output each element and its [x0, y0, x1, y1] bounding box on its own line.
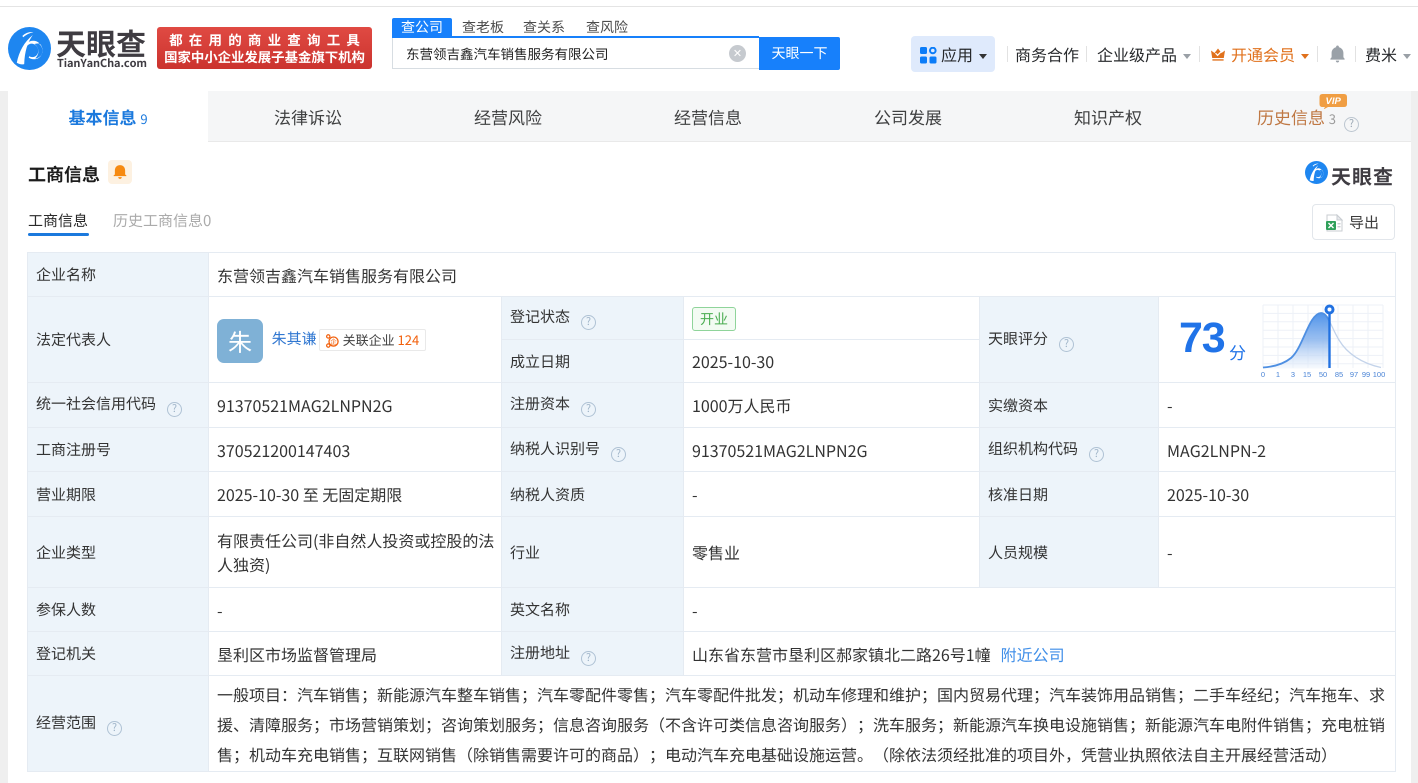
- svg-text:0: 0: [1261, 370, 1265, 379]
- svg-text:100: 100: [1373, 370, 1386, 379]
- svg-text:15: 15: [1303, 370, 1311, 379]
- svg-text:99: 99: [1362, 370, 1370, 379]
- svg-text:VIP: VIP: [1326, 96, 1342, 107]
- svg-text:50: 50: [1319, 370, 1327, 379]
- svg-text:97: 97: [1350, 370, 1358, 379]
- svg-text:3: 3: [1291, 370, 1295, 379]
- svg-text:85: 85: [1335, 370, 1343, 379]
- svg-text:1: 1: [1276, 370, 1280, 379]
- svg-text:企: 企: [330, 335, 337, 345]
